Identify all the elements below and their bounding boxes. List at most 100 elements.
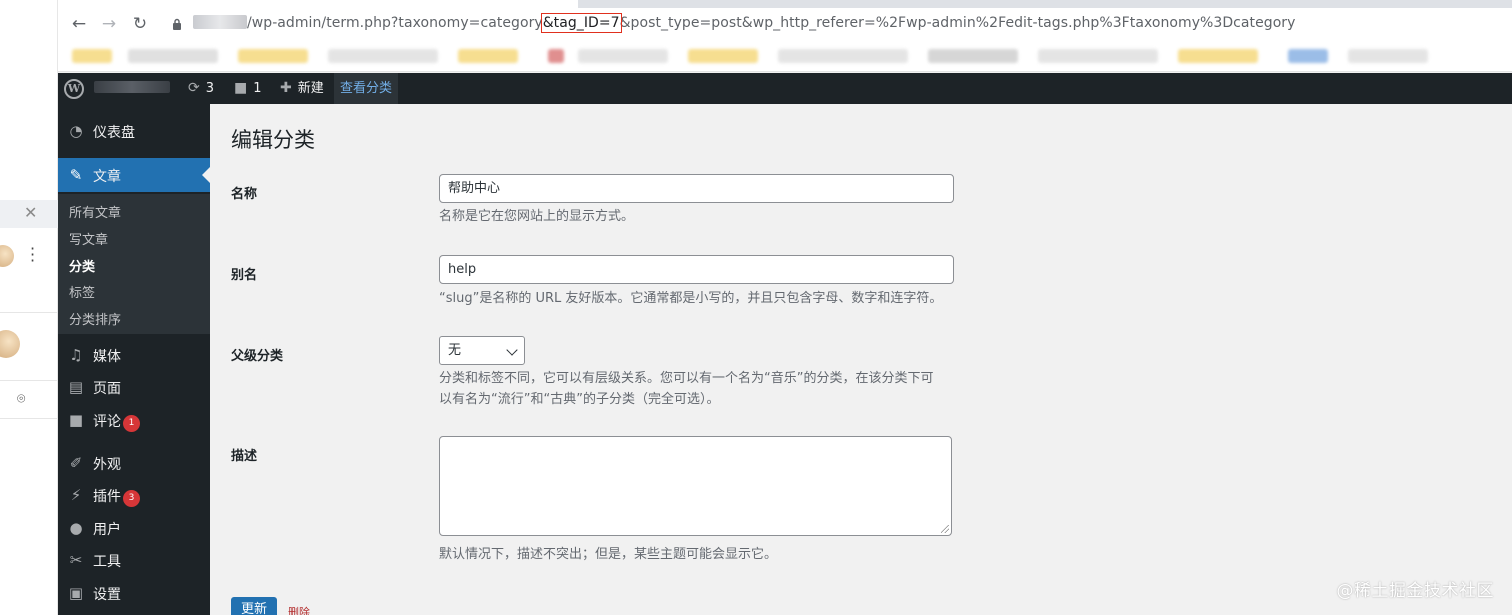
bookmark-item[interactable]: [1348, 49, 1428, 63]
browser-toolbar: ← → ↻ /wp-admin/term.php?taxonomy=catego…: [58, 8, 1512, 41]
plugins-label: 插件: [93, 489, 121, 505]
site-name-link[interactable]: [94, 73, 174, 104]
menu-label: 用户: [93, 522, 121, 538]
description-label: 描述: [231, 449, 258, 464]
admin-menu: ◔ 仪表盘 ✎ 文章 所有文章 写文章 分类 标签 分类排序 ♫ 媒体 ▤ 页面…: [58, 104, 210, 615]
name-input[interactable]: 帮助中心: [439, 174, 954, 203]
bookmark-item[interactable]: [128, 49, 218, 63]
comment-bubble-icon: ■: [234, 80, 248, 96]
page-title: 编辑分类: [231, 128, 315, 152]
menu-item-media[interactable]: ♫ 媒体: [58, 338, 210, 372]
page-icon: ▤: [68, 378, 84, 396]
menu-label: 插件 3: [93, 486, 140, 507]
bookmark-item[interactable]: [1178, 49, 1258, 63]
parent-description-line: 分类和标签不同，它可以有层级关系。您可以有一个名为“音乐”的分类，在该分类下可: [439, 371, 934, 386]
menu-item-appearance[interactable]: ✐ 外观: [58, 446, 210, 480]
plus-icon: ✚: [280, 80, 292, 96]
menu-label: 页面: [93, 381, 121, 397]
back-icon[interactable]: ←: [68, 13, 90, 35]
submenu-tags[interactable]: 标签: [69, 282, 95, 301]
menu-item-comments[interactable]: ■ 评论 1: [58, 403, 210, 437]
bookmark-item[interactable]: [548, 49, 564, 63]
bookmark-item[interactable]: [578, 49, 668, 63]
bookmark-item[interactable]: [1038, 49, 1158, 63]
slug-input[interactable]: help: [439, 255, 954, 284]
divider: [0, 418, 58, 419]
menu-item-dashboard[interactable]: ◔ 仪表盘: [58, 114, 210, 148]
name-description: 名称是它在您网站上的显示方式。: [439, 209, 635, 224]
bookmark-item[interactable]: [928, 49, 1018, 63]
parent-label: 父级分类: [231, 349, 284, 364]
menu-item-plugins[interactable]: ⚡ 插件 3: [58, 478, 210, 512]
media-icon: ♫: [69, 346, 83, 364]
pushpin-icon: ✎: [69, 166, 83, 184]
bookmark-item[interactable]: [688, 49, 758, 63]
slug-label: 别名: [231, 268, 258, 283]
menu-item-posts[interactable]: ✎ 文章: [58, 158, 210, 192]
posts-submenu: 所有文章 写文章 分类 标签 分类排序: [58, 194, 210, 334]
menu-label: 设置: [93, 587, 121, 603]
more-vertical-icon[interactable]: · · ·: [30, 241, 35, 269]
delete-link[interactable]: 删除: [288, 604, 310, 615]
url-highlight: &tag_ID=7: [540, 13, 622, 33]
submenu-all-posts[interactable]: 所有文章: [69, 202, 121, 221]
comments-label: 评论: [93, 414, 121, 430]
updates-count: 3: [205, 81, 215, 96]
bookmark-item[interactable]: [778, 49, 908, 63]
submenu-write-post[interactable]: 写文章: [69, 229, 108, 248]
menu-label: 外观: [93, 457, 121, 473]
settings-icon: ▣: [68, 584, 84, 602]
resize-handle-icon[interactable]: [941, 525, 949, 533]
menu-item-settings[interactable]: ▣ 设置: [58, 576, 210, 610]
wp-admin-bar: W ⟳ 3 ■ 1 ✚ 新建 查看分类: [58, 73, 1512, 104]
parent-description-line: 以有名为“流行”和“古典”的子分类（完全可选）。: [439, 392, 720, 407]
comments-link[interactable]: ■ 1: [234, 73, 262, 104]
slug-description: “slug”是名称的 URL 友好版本。它通常都是小写的，并且只包含字母、数字和…: [439, 291, 943, 306]
close-icon[interactable]: ✕: [24, 203, 37, 222]
updates-link[interactable]: ⟳ 3: [188, 73, 214, 104]
lock-icon[interactable]: [172, 18, 182, 30]
github-icon[interactable]: ⌾: [17, 391, 25, 407]
parent-select[interactable]: 无: [439, 336, 525, 365]
address-bar[interactable]: /wp-admin/term.php?taxonomy=category&tag…: [193, 13, 1295, 33]
bookmark-item[interactable]: [328, 49, 438, 63]
description-textarea[interactable]: [439, 436, 952, 536]
dashboard-icon: ◔: [69, 122, 83, 140]
submenu-category-order[interactable]: 分类排序: [69, 309, 121, 328]
menu-label: 仪表盘: [93, 125, 135, 141]
bookmark-item[interactable]: [72, 49, 112, 63]
site-name-redacted: [94, 81, 170, 93]
paintbrush-icon: ✐: [69, 454, 83, 472]
menu-item-users[interactable]: ● 用户: [58, 511, 210, 545]
comments-count: 1: [253, 81, 262, 96]
wordpress-logo-icon[interactable]: W: [64, 79, 84, 99]
menu-label: 媒体: [93, 349, 121, 365]
main-content: 编辑分类 名称 帮助中心 名称是它在您网站上的显示方式。 别名 help “sl…: [210, 104, 1512, 615]
parent-description: 分类和标签不同，它可以有层级关系。您可以有一个名为“音乐”的分类，在该分类下可 …: [439, 368, 933, 410]
new-content-link[interactable]: ✚ 新建: [280, 73, 324, 104]
tab-strip: [58, 0, 1512, 8]
active-tab[interactable]: [58, 0, 578, 8]
new-label: 新建: [297, 81, 324, 96]
refresh-icon: ⟳: [188, 80, 200, 96]
comment-icon: ■: [68, 411, 84, 429]
active-indicator: [202, 167, 210, 183]
bookmark-item[interactable]: [238, 49, 308, 63]
forward-icon[interactable]: →: [98, 13, 120, 35]
user-icon: ●: [69, 519, 83, 537]
menu-label: 评论 1: [93, 411, 140, 432]
update-button[interactable]: 更新: [231, 597, 277, 615]
menu-item-pages[interactable]: ▤ 页面: [58, 370, 210, 404]
submenu-categories[interactable]: 分类: [69, 256, 95, 275]
chevron-down-icon: [506, 344, 518, 356]
reload-icon[interactable]: ↻: [129, 13, 151, 35]
bookmark-item[interactable]: [1288, 49, 1328, 63]
wrench-icon: ✂: [69, 551, 83, 569]
bookmark-item[interactable]: [458, 49, 518, 63]
side-panel: ✕ · · · ⌾: [0, 0, 58, 615]
view-category-link[interactable]: 查看分类: [334, 73, 399, 104]
menu-label: 工具: [93, 554, 121, 570]
menu-item-tools[interactable]: ✂ 工具: [58, 543, 210, 577]
bookmarks-bar: [58, 41, 1512, 72]
plugins-badge: 3: [123, 490, 140, 507]
